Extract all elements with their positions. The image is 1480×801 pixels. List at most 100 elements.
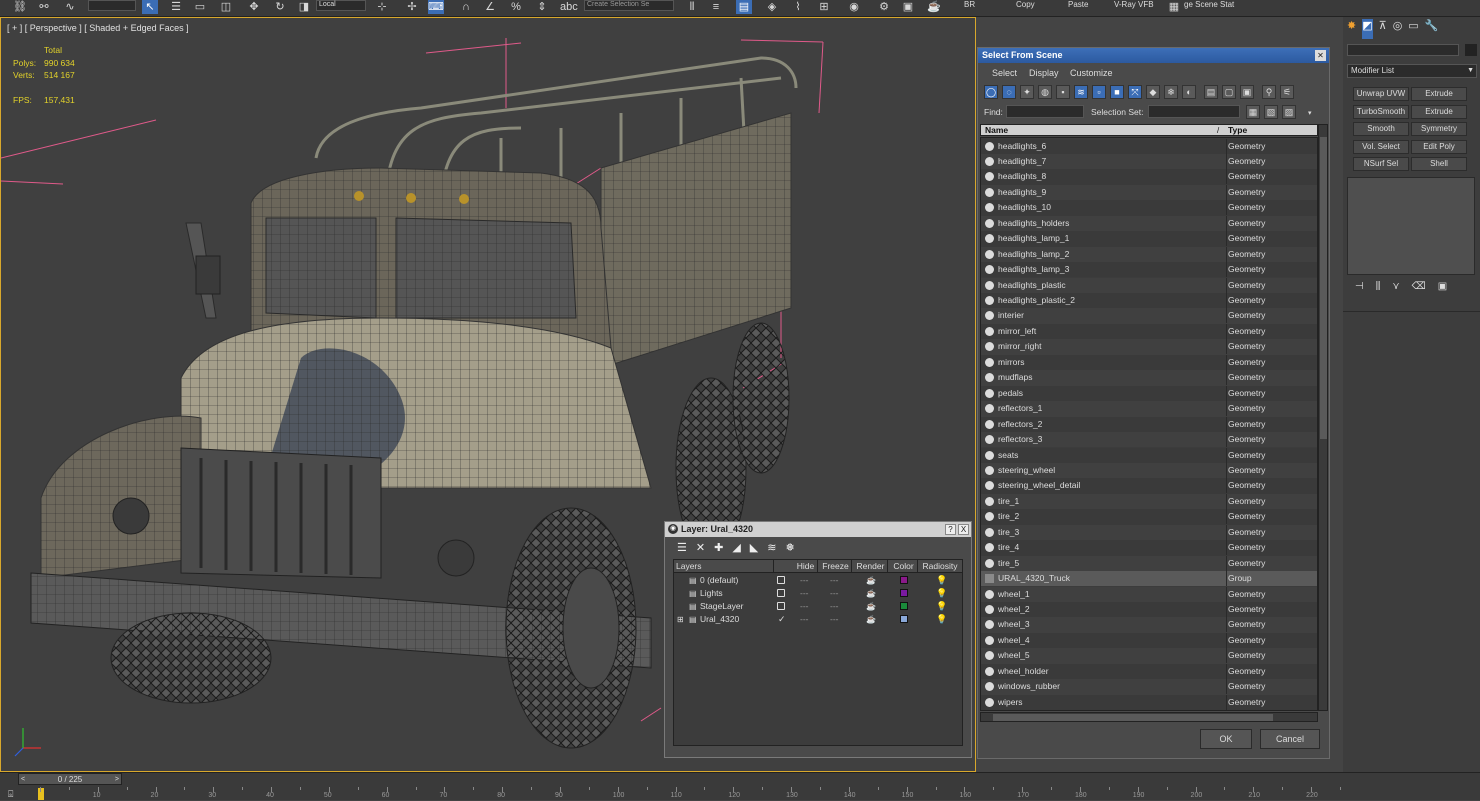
bind-spacewarp-icon[interactable]: ∿ [62, 0, 78, 14]
layer-color-swatch[interactable] [900, 589, 908, 597]
list-item[interactable]: headlights_lamp_1 Geometry [981, 231, 1317, 247]
layer-dialog-title[interactable]: Layer: Ural_4320 [665, 522, 971, 537]
layer-row[interactable]: ⊞ ▤ Ural_4320 ✓ --- --- ☕ 💡 [674, 613, 962, 626]
mirror-icon[interactable]: ⫴ [684, 0, 700, 14]
list-item[interactable]: pedals Geometry [981, 385, 1317, 402]
display-spacewarps-icon[interactable]: ≋ [1074, 85, 1088, 99]
create-tab-icon[interactable]: ✸ [1347, 19, 1356, 39]
render-setup-icon[interactable]: ⚙ [876, 0, 892, 14]
angle-snap-icon[interactable]: ∠ [482, 0, 498, 14]
hscrollbar-thumb[interactable] [993, 714, 1273, 721]
select-all-icon[interactable]: ▤ [1204, 85, 1218, 99]
keyboard-shortcut-icon[interactable]: ⌨ [428, 0, 444, 14]
track-bar-icon[interactable]: ⌺ [8, 789, 13, 800]
link-icon[interactable]: ⛓ [12, 0, 28, 14]
horizontal-scrollbar[interactable] [980, 712, 1318, 722]
list-item[interactable]: headlights_holders Geometry [981, 215, 1317, 232]
scale-icon[interactable]: ◨ [296, 0, 312, 14]
current-layer-checkbox[interactable] [777, 589, 785, 597]
window-crossing-icon[interactable]: ◫ [218, 0, 234, 14]
display-helpers-icon[interactable]: ▪ [1056, 85, 1070, 99]
make-unique-icon[interactable]: ⋎ [1392, 281, 1399, 297]
utilities-tab-icon[interactable]: 🔧 [1425, 19, 1439, 39]
pin-stack-icon[interactable]: ⊣ [1355, 281, 1364, 297]
scene-stats-icon[interactable]: ▦ [1166, 0, 1182, 14]
find-input[interactable] [1006, 105, 1084, 118]
list-item[interactable]: headlights_7 Geometry [981, 153, 1317, 170]
list-item[interactable]: tire_3 Geometry [981, 524, 1317, 541]
schematic-view-icon[interactable]: ⊞ [816, 0, 832, 14]
expand-icon[interactable]: ⊞ [677, 613, 684, 626]
align-icon[interactable]: ≡ [708, 0, 724, 14]
prev-frame-icon[interactable]: < [21, 774, 25, 785]
freeze-toggle-icon[interactable]: --- [830, 587, 839, 600]
col-freeze[interactable]: Freeze [820, 560, 852, 573]
list-item[interactable]: headlights_8 Geometry [981, 169, 1317, 185]
display-groups-icon[interactable]: ▫ [1092, 85, 1106, 99]
toolbar-label-scene-stat[interactable]: ge Scene Stat [1184, 0, 1234, 9]
selection-filter-dropdown[interactable] [88, 0, 136, 11]
select-none-icon[interactable]: ▢ [1222, 85, 1236, 99]
select-by-name-icon[interactable]: ☰ [168, 0, 184, 14]
layer-row[interactable]: ▤ Lights --- --- ☕ 💡 [674, 587, 962, 600]
edit-poly-button[interactable]: Edit Poly [1411, 140, 1467, 154]
list-item[interactable]: reflectors_3 Geometry [981, 432, 1317, 448]
menu-select[interactable]: Select [992, 68, 1017, 78]
modifier-list-dropdown[interactable]: Modifier List ▼ [1347, 64, 1477, 78]
turbosmooth-button[interactable]: TurboSmooth [1353, 105, 1409, 119]
curve-editor-icon[interactable]: ⌇ [790, 0, 806, 14]
remove-modifier-icon[interactable]: ⌫ [1412, 281, 1426, 297]
radiosity-bulb-icon[interactable]: 💡 [936, 615, 947, 624]
current-layer-check-icon[interactable]: ✓ [778, 613, 786, 626]
edit-named-selection-icon[interactable]: abc [560, 0, 578, 14]
list-item[interactable]: mirrors Geometry [981, 354, 1317, 371]
hide-toggle-icon[interactable]: --- [800, 574, 809, 587]
toolbar-label-copy[interactable]: Copy [1016, 0, 1035, 9]
percent-snap-icon[interactable]: % [508, 0, 524, 14]
scene-object-list[interactable]: headlights_6 Geometry headlights_7 Geometry… [980, 137, 1318, 711]
list-item[interactable]: steering_wheel_detail Geometry [981, 478, 1317, 494]
list-item[interactable]: wheel_2 Geometry [981, 602, 1317, 618]
display-containers-icon[interactable]: ◆ [1146, 85, 1160, 99]
current-layer-checkbox[interactable] [777, 576, 785, 584]
delete-layer-icon[interactable]: ✕ [696, 541, 705, 555]
coord-system-dropdown[interactable]: Local [316, 0, 366, 11]
unwrap-uvw-button[interactable]: Unwrap UVW [1353, 87, 1409, 101]
toolbar-label-vray-vfb[interactable]: V-Ray VFB [1114, 0, 1154, 9]
display-cameras-icon[interactable]: ◍ [1038, 85, 1052, 99]
time-slider[interactable]: < 0 / 225 > [18, 773, 122, 785]
freeze-toggle-icon[interactable]: --- [830, 574, 839, 587]
scrollbar-thumb[interactable] [1320, 137, 1327, 439]
toolbar-label-paste[interactable]: Paste [1068, 0, 1088, 9]
list-item[interactable]: wheel_4 Geometry [981, 632, 1317, 649]
add-to-layer-icon[interactable]: ✚ [714, 541, 723, 555]
render-teapot-icon[interactable]: ☕ [866, 574, 876, 587]
list-item[interactable]: steering_wheel Geometry [981, 462, 1317, 479]
hide-all-icon[interactable]: ≋ [767, 541, 776, 555]
render-icon[interactable]: ☕ [926, 0, 942, 14]
list-item[interactable]: headlights_6 Geometry [981, 138, 1317, 154]
list-item[interactable]: wheel_holder Geometry [981, 663, 1317, 680]
render-teapot-icon[interactable]: ☕ [866, 613, 876, 626]
ok-button[interactable]: OK [1200, 729, 1252, 749]
list-item[interactable]: windows_rubber Geometry [981, 679, 1317, 695]
move-icon[interactable]: ✥ [246, 0, 262, 14]
column-name[interactable]: Name [985, 125, 1008, 136]
list-item[interactable]: reflectors_2 Geometry [981, 416, 1317, 432]
col-color[interactable]: Color [890, 560, 918, 573]
filter-icon[interactable]: ⚲ [1262, 85, 1276, 99]
current-layer-checkbox[interactable] [777, 602, 785, 610]
radiosity-bulb-icon[interactable]: 💡 [936, 589, 947, 598]
layer-row[interactable]: ▤ StageLayer --- --- ☕ 💡 [674, 600, 962, 613]
extrude-button-2[interactable]: Extrude [1411, 105, 1467, 119]
list-item[interactable]: headlights_plastic_2 Geometry [981, 293, 1317, 309]
remove-from-selection-set-icon[interactable]: ▨ [1282, 105, 1296, 119]
list-item[interactable]: interier Geometry [981, 308, 1317, 324]
toolbar-label-br[interactable]: BR [964, 0, 975, 9]
render-teapot-icon[interactable]: ☕ [866, 587, 876, 600]
freeze-toggle-icon[interactable]: --- [830, 600, 839, 613]
menu-customize[interactable]: Customize [1070, 68, 1113, 78]
show-end-result-icon[interactable]: ⫼ [1376, 281, 1381, 297]
layer-manager-icon[interactable]: ◈ [764, 0, 780, 14]
radiosity-bulb-icon[interactable]: 💡 [936, 576, 947, 585]
